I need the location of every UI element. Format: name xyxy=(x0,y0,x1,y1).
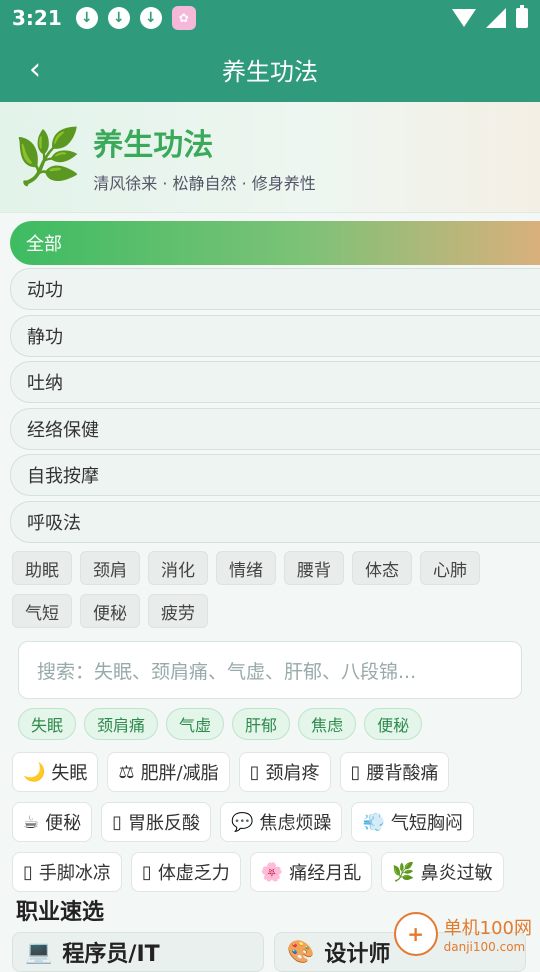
search-input[interactable]: 搜索：失眠、颈肩痛、气虚、肝郁、八段锦... xyxy=(18,641,522,699)
symptom-label: 手脚冰凉 xyxy=(38,863,111,884)
section-title-career: 职业速选 xyxy=(16,900,105,925)
quick-chips: 失眠 颈肩痛 气虚 肝郁 焦虑 便秘 xyxy=(0,699,540,740)
symptom-menstrual[interactable]: 🌸 痛经月乱 xyxy=(249,852,373,892)
missing-glyph-icon: ▯ xyxy=(23,861,33,883)
tag-constipation[interactable]: 便秘 xyxy=(80,594,140,628)
symptom-constipation[interactable]: ☕ 便秘 xyxy=(12,802,93,842)
chip-liver-qi[interactable]: 肝郁 xyxy=(232,708,291,740)
app-notification-icon: ✿ xyxy=(171,6,196,30)
scale-icon: ⚖ xyxy=(118,761,135,783)
symptom-label: 鼻炎过敏 xyxy=(420,863,493,884)
tag-neck-shoulder[interactable]: 颈肩 xyxy=(80,551,140,585)
cell-signal-icon xyxy=(486,8,506,28)
flower-icon: 🌸 xyxy=(260,861,284,883)
category-meridian-care[interactable]: 经络保健 xyxy=(10,407,540,450)
wind-icon: 💨 xyxy=(362,811,385,833)
category-all[interactable]: 全部 xyxy=(10,221,540,265)
hero-banner: 🌿 养生功法 清风徐来 · 松静自然 · 修身养性 xyxy=(0,102,540,213)
chevron-left-icon: ‹ xyxy=(29,51,41,87)
watermark: + 单机100网 danji100.com xyxy=(393,912,532,956)
symptom-label: 颈肩疼 xyxy=(265,763,320,784)
back-button[interactable]: ‹ xyxy=(18,51,52,87)
symptom-anxiety[interactable]: 💬 焦虑烦躁 xyxy=(220,802,343,842)
category-list: 全部 动功 静功 吐纳 经络保健 自我按摩 呼吸法 xyxy=(0,213,540,543)
tag-sleep[interactable]: 助眠 xyxy=(12,551,72,585)
tag-short-breath[interactable]: 气短 xyxy=(12,594,72,628)
hero-title: 养生功法 xyxy=(93,128,214,163)
battery-icon xyxy=(516,5,528,28)
symptom-label: 气短胸闷 xyxy=(390,813,463,834)
speech-bubble-icon: 💬 xyxy=(231,811,254,833)
tag-back[interactable]: 腰背 xyxy=(284,551,344,585)
symptom-neck-pain[interactable]: ▯ 颈肩疼 xyxy=(238,752,331,792)
symptom-back-pain[interactable]: ▯ 腰背酸痛 xyxy=(339,752,450,792)
palette-icon: 🎨 xyxy=(287,939,315,965)
category-static[interactable]: 静功 xyxy=(10,314,540,357)
leaf-icon: 🌿 xyxy=(392,861,415,883)
chip-anxiety[interactable]: 焦虑 xyxy=(298,708,357,740)
symptom-label: 肥胖/减脂 xyxy=(140,763,219,784)
app-bar: ‹ 养生功法 xyxy=(0,36,540,102)
career-label: 设计师 xyxy=(324,942,391,967)
symptom-rhinitis[interactable]: 🌿 鼻炎过敏 xyxy=(381,852,504,892)
symptom-grid: 🌙 失眠 ⚖ 肥胖/减脂 ▯ 颈肩疼 ▯ 腰背酸痛 ☕ 便秘 ▯ 胃胀反酸 💬 焦虑烦躁 💨 气… xyxy=(0,740,540,892)
download-icon: ↓ xyxy=(75,7,98,29)
symptom-label: 腰背酸痛 xyxy=(366,763,439,784)
cup-icon: ☕ xyxy=(23,811,40,833)
symptom-label: 体虚乏力 xyxy=(157,863,230,884)
symptom-cold-limbs[interactable]: ▯ 手脚冰凉 xyxy=(12,852,122,892)
page-title: 养生功法 xyxy=(222,57,318,86)
category-breathing-method[interactable]: 呼吸法 xyxy=(10,500,540,543)
symptom-weak[interactable]: ▯ 体虚乏力 xyxy=(130,852,241,892)
tag-fatigue[interactable]: 疲劳 xyxy=(148,594,208,628)
symptom-chest[interactable]: 💨 气短胸闷 xyxy=(351,802,474,842)
hero-subtitle: 清风徐来 · 松静自然 · 修身养性 xyxy=(93,174,316,193)
symptom-weight[interactable]: ⚖ 肥胖/减脂 xyxy=(107,752,230,792)
watermark-site: 单机100网 xyxy=(443,918,532,939)
status-bar: 3:21 ↓ ↓ ↓ ✿ xyxy=(0,0,540,36)
symptom-label: 焦虑烦躁 xyxy=(259,813,332,834)
download-icon: ↓ xyxy=(107,7,130,29)
career-label: 程序员/IT xyxy=(62,942,160,967)
tag-posture[interactable]: 体态 xyxy=(352,551,412,585)
symptom-label: 便秘 xyxy=(45,813,82,834)
career-programmer[interactable]: 💻 程序员/IT xyxy=(12,932,264,972)
category-self-massage[interactable]: 自我按摩 xyxy=(10,454,540,496)
missing-glyph-icon: ▯ xyxy=(112,811,123,833)
missing-glyph-icon: ▯ xyxy=(350,761,361,783)
tag-heart-lung[interactable]: 心肺 xyxy=(420,551,480,585)
tag-emotion[interactable]: 情绪 xyxy=(216,551,276,585)
computer-icon: 💻 xyxy=(25,939,53,965)
leaf-icon: 🌿 xyxy=(14,125,82,188)
moon-icon: 🌙 xyxy=(23,761,46,783)
download-icon: ↓ xyxy=(139,7,162,29)
tag-digestion[interactable]: 消化 xyxy=(148,551,208,585)
filter-tags: 助眠 颈肩 消化 情绪 腰背 体态 心肺 气短 便秘 疲劳 xyxy=(0,547,540,628)
missing-glyph-icon: ▯ xyxy=(141,861,152,883)
status-time: 3:21 xyxy=(12,6,62,30)
chip-constipation[interactable]: 便秘 xyxy=(364,708,423,740)
watermark-url: danji100.com xyxy=(443,940,526,954)
category-dynamic[interactable]: 动功 xyxy=(10,268,540,310)
symptom-insomnia[interactable]: 🌙 失眠 xyxy=(12,752,99,792)
wifi-icon xyxy=(452,9,476,27)
watermark-logo-icon: + xyxy=(393,912,438,956)
symptom-label: 痛经月乱 xyxy=(289,863,362,884)
symptom-label: 胃胀反酸 xyxy=(128,813,201,834)
chip-qi-deficiency[interactable]: 气虚 xyxy=(166,708,225,740)
chip-insomnia[interactable]: 失眠 xyxy=(18,708,77,740)
category-breathing-tuna[interactable]: 吐纳 xyxy=(10,361,540,403)
missing-glyph-icon: ▯ xyxy=(249,761,260,783)
symptom-stomach[interactable]: ▯ 胃胀反酸 xyxy=(101,802,212,842)
symptom-label: 失眠 xyxy=(51,763,88,784)
chip-neck-pain[interactable]: 颈肩痛 xyxy=(84,708,159,740)
